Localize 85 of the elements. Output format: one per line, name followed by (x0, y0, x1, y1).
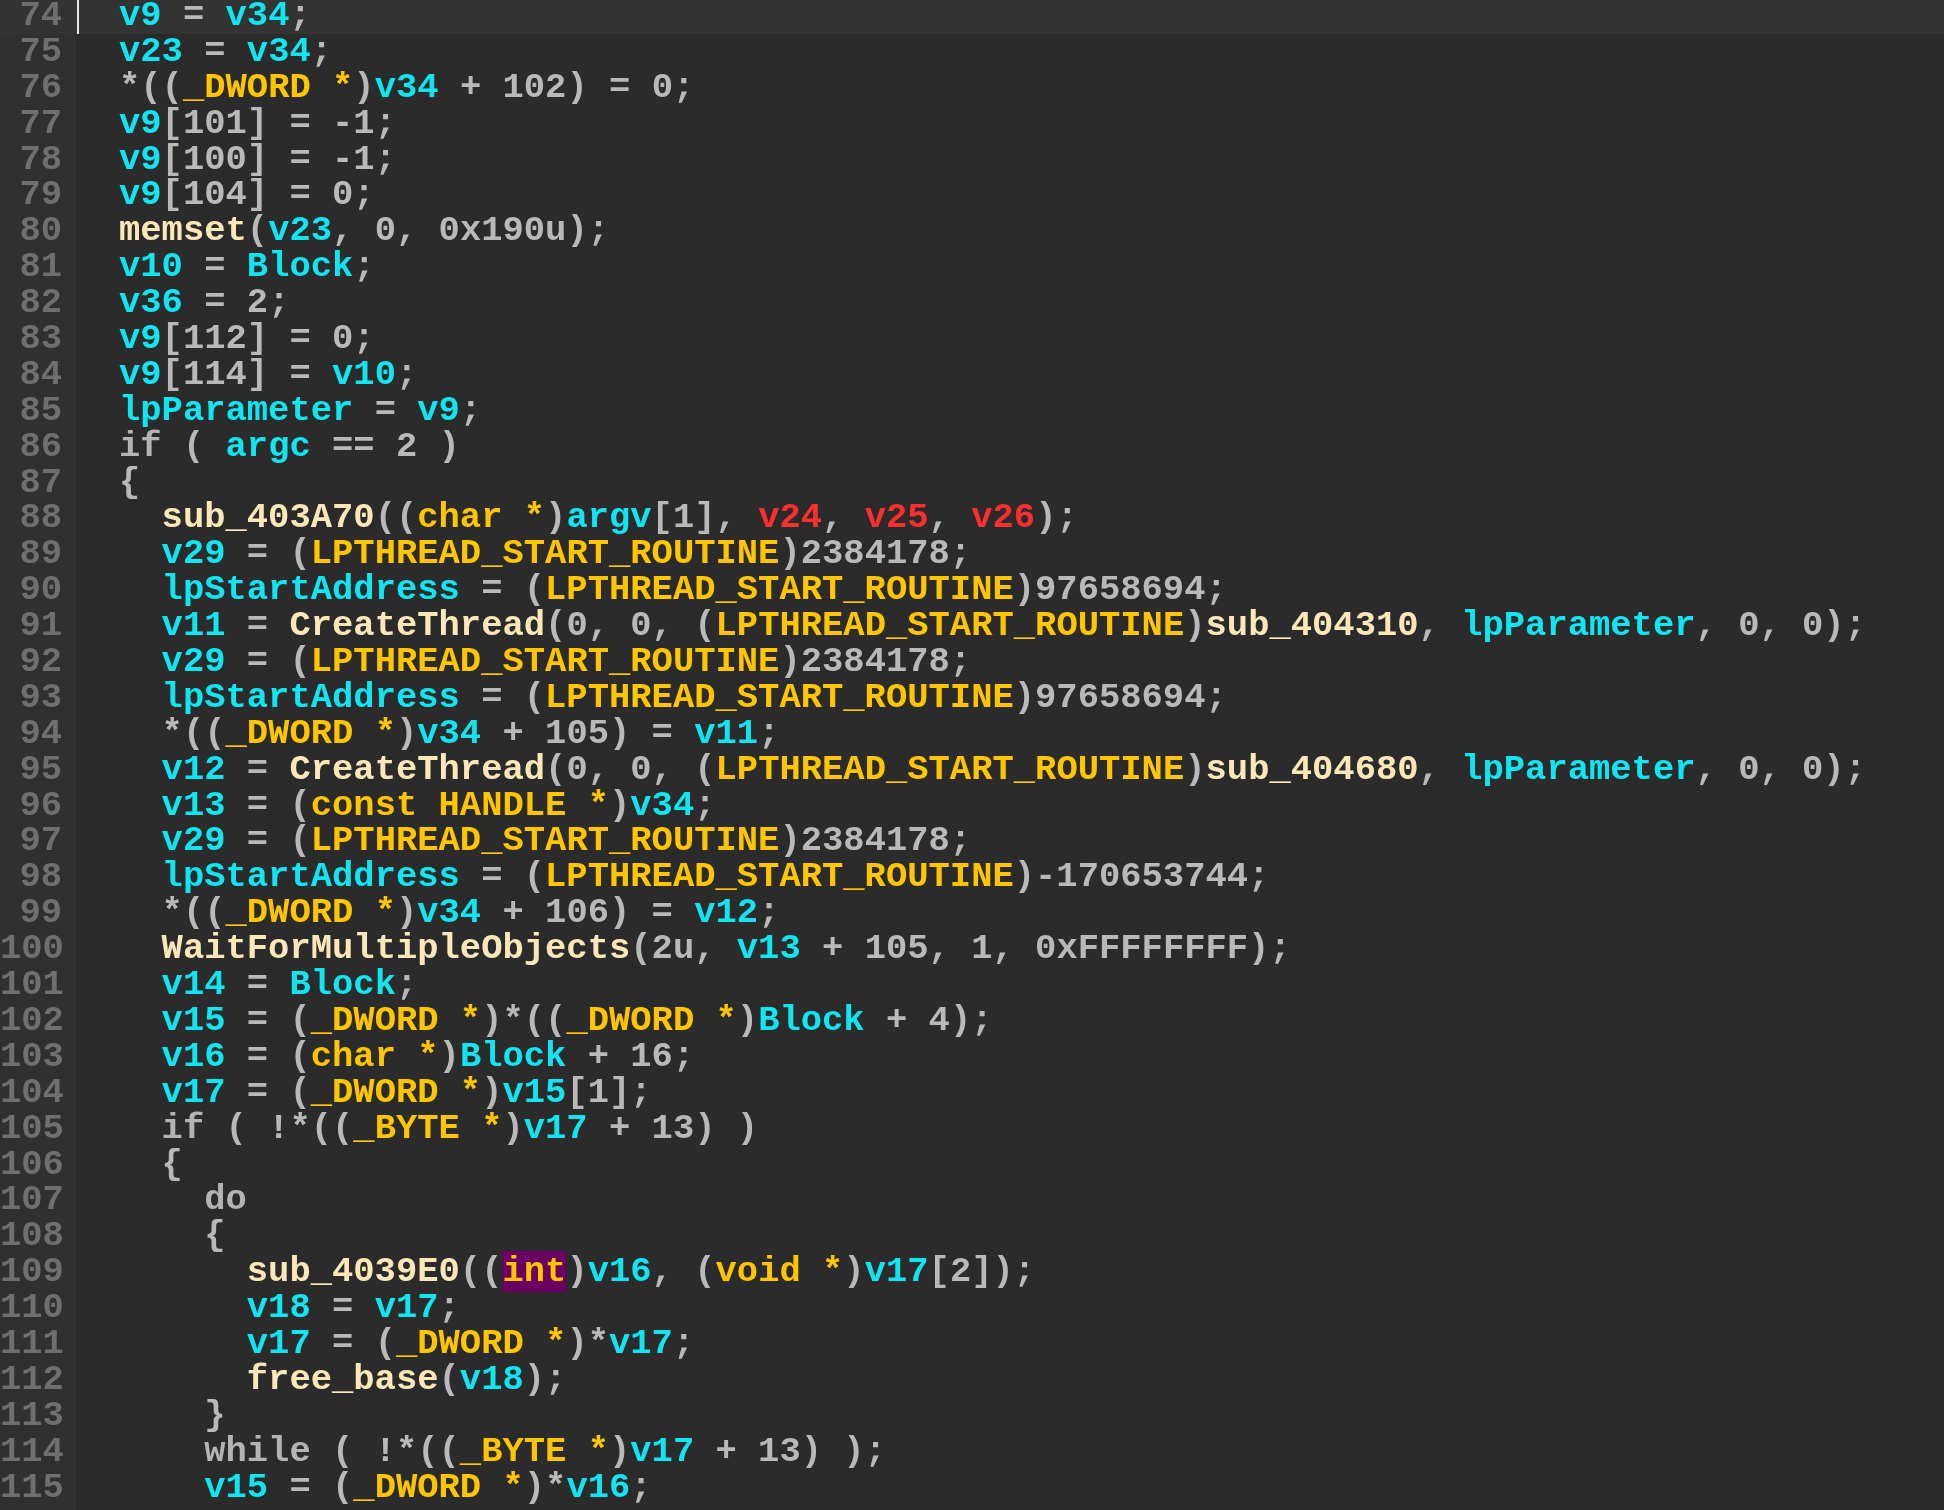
line-number: 110 (0, 1290, 62, 1326)
line-number: 99 (18, 895, 62, 932)
code-line: v29 = (LPTHREAD_START_ROUTINE)2384178; (161, 823, 972, 860)
code-line: } (204, 1397, 226, 1434)
code-line: v17 = (_DWORD *)*v17; (246, 1325, 695, 1362)
line-number: 76 (18, 69, 62, 106)
line-number: 82 (18, 285, 62, 321)
line-number: 103 (0, 1038, 62, 1075)
line-number: 109 (0, 1254, 62, 1291)
code-line: do (204, 1182, 247, 1219)
line-number: 100 (0, 931, 62, 968)
code-line: { (119, 464, 141, 501)
code-line: *((_DWORD *)v34 + 106) = v12; (161, 895, 780, 932)
code-line: v14 = Block; (161, 967, 418, 1003)
code-line: sub_4039E0((int)v16, (void *)v17[2]); (246, 1254, 1036, 1291)
text-cursor (77, 0, 79, 34)
code-line: WaitForMultipleObjects(2u, v13 + 105, 1, 0xFFFFFFFF); (161, 931, 1291, 968)
line-number: 75 (18, 33, 62, 70)
line-number: 104 (0, 1074, 62, 1111)
line-number: 108 (0, 1218, 62, 1255)
code-line: v9 = v34; (119, 0, 311, 34)
code-line: v15 = (_DWORD *)*((_DWORD *)Block + 4); (161, 1002, 993, 1039)
code-line: v18 = v17; (246, 1290, 460, 1326)
code-line: *((_DWORD *)v34 + 102) = 0; (119, 69, 695, 106)
line-number: 84 (18, 356, 62, 393)
line-number: 89 (18, 536, 62, 573)
code-line: lpStartAddress = (LPTHREAD_START_ROUTINE)97658694; (161, 572, 1227, 609)
line-number: 94 (18, 715, 62, 752)
code-line: v9[100] = -1; (119, 141, 396, 178)
code-line: { (204, 1218, 226, 1255)
code-line: lpStartAddress = (LPTHREAD_START_ROUTINE)-170653744; (161, 859, 1270, 896)
line-number: 95 (18, 751, 62, 788)
line-number: 106 (0, 1146, 62, 1183)
line-number: 113 (0, 1397, 62, 1434)
code-line: v9[104] = 0; (119, 177, 375, 214)
code-line: v16 = (char *)Block + 16; (161, 1038, 695, 1075)
line-number: 74 (18, 0, 62, 34)
line-number: 92 (18, 644, 62, 680)
code-line: if ( !*((_BYTE *)v17 + 13) ) (161, 1110, 759, 1147)
code-line: memset(v23, 0, 0x190u); (119, 213, 609, 250)
line-number: 102 (0, 1002, 62, 1039)
code-line: while ( !*((_BYTE *)v17 + 13) ); (204, 1433, 886, 1470)
line-number: 85 (18, 392, 62, 429)
line-number: 115 (0, 1469, 62, 1506)
line-number: 101 (0, 967, 62, 1003)
line-number: 88 (18, 500, 62, 537)
code-line: lpParameter = v9; (119, 392, 482, 429)
line-number: 90 (18, 572, 62, 609)
code-line: v15 = (_DWORD *)*v16; (204, 1469, 652, 1506)
code-line: v13 = (const HANDLE *)v34; (161, 787, 716, 824)
code-line: v9[114] = v10; (119, 356, 418, 393)
line-number: 86 (18, 428, 62, 465)
line-number: 98 (18, 859, 62, 896)
line-number: 96 (18, 787, 62, 824)
line-number: 78 (18, 141, 62, 178)
code-line: sub_403A70((char *)argv[1], v24, v25, v26); (161, 500, 1078, 537)
code-line: v10 = Block; (119, 249, 375, 286)
line-number: 97 (18, 823, 62, 860)
code-line: v9[112] = 0; (119, 321, 375, 357)
code-line: v9[101] = -1; (119, 105, 396, 142)
code-line: { (161, 1146, 183, 1183)
line-number: 93 (18, 679, 62, 716)
code-line: v29 = (LPTHREAD_START_ROUTINE)2384178; (161, 644, 972, 680)
line-number: 77 (18, 105, 62, 142)
code-line: *((_DWORD *)v34 + 105) = v11; (161, 715, 780, 752)
code-line: v17 = (_DWORD *)v15[1]; (161, 1074, 652, 1111)
code-line: v29 = (LPTHREAD_START_ROUTINE)2384178; (161, 536, 972, 573)
line-number: 111 (0, 1325, 62, 1362)
line-number: 114 (0, 1433, 62, 1470)
line-number: 81 (18, 249, 62, 286)
code-line: v11 = CreateThread(0, 0, (LPTHREAD_START_ROUTINE)sub_404310, lpParameter, 0, 0); (161, 608, 1866, 645)
line-number: 91 (18, 608, 62, 645)
line-number: 87 (18, 464, 62, 501)
code-line: v36 = 2; (119, 285, 290, 321)
code-line: free_base(v18); (246, 1361, 567, 1398)
line-number: 105 (0, 1110, 62, 1147)
line-number: 83 (18, 321, 62, 357)
code-line: v23 = v34; (119, 33, 333, 70)
code-line: if ( argc == 2 ) (119, 428, 460, 465)
line-number: 112 (0, 1361, 62, 1398)
code-line: v12 = CreateThread(0, 0, (LPTHREAD_START_ROUTINE)sub_404680, lpParameter, 0, 0); (161, 751, 1866, 788)
code-line: lpStartAddress = (LPTHREAD_START_ROUTINE)97658694; (161, 679, 1227, 716)
line-number: 80 (18, 213, 62, 250)
line-number: 107 (0, 1182, 62, 1219)
line-number: 79 (18, 177, 62, 214)
